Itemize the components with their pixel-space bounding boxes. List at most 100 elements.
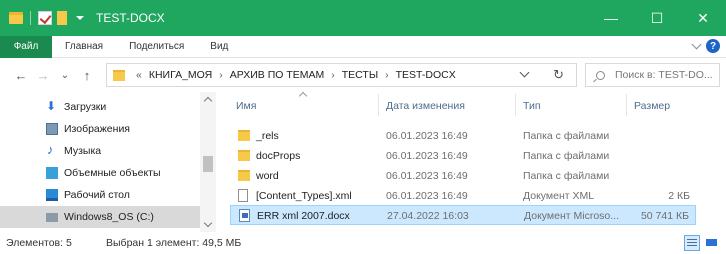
tab-home[interactable]: Главная xyxy=(52,41,116,52)
forward-button[interactable]: → xyxy=(32,68,54,83)
search-input[interactable]: Поиск в: TEST-DO... xyxy=(585,63,720,87)
breadcrumb-separator[interactable]: › xyxy=(219,69,223,81)
nav-item-label: Музыка xyxy=(64,145,102,157)
column-divider[interactable] xyxy=(626,94,627,116)
nav-item-label: Загрузки xyxy=(64,101,107,113)
folder-icon xyxy=(238,130,250,141)
navigation-bar: ← → ⌄ ↑ « КНИГА_МОЯ › АРХИВ ПО ТЕМАМ › Т… xyxy=(0,58,726,92)
file-list: Имя Дата изменения Тип Размер _rels 06.0… xyxy=(230,91,726,232)
scroll-down-icon[interactable] xyxy=(203,218,213,228)
file-name: [Content_Types].xml xyxy=(256,190,352,202)
window-controls: — ☐ ✕ xyxy=(588,0,726,36)
file-date: 27.04.2022 16:03 xyxy=(387,210,469,222)
nav-item-pictures[interactable]: Изображения xyxy=(0,118,200,140)
column-divider[interactable] xyxy=(378,94,379,116)
minimize-button[interactable]: — xyxy=(588,0,634,36)
file-type: Папка с файлами xyxy=(523,130,610,142)
column-header-date[interactable]: Дата изменения xyxy=(386,100,465,112)
chevron-down-icon[interactable] xyxy=(519,67,530,78)
file-name: _rels xyxy=(256,130,279,142)
desktop-icon xyxy=(46,189,58,201)
refresh-button[interactable]: ↻ xyxy=(553,67,564,83)
ribbon-controls: ? xyxy=(691,39,720,53)
search-placeholder: Поиск в: TEST-DO... xyxy=(615,69,713,81)
status-bar: Элементов: 5 Выбран 1 элемент: 49,5 МБ xyxy=(0,232,726,254)
breadcrumb-item[interactable]: КНИГА_МОЯ xyxy=(149,69,212,81)
back-button[interactable]: ← xyxy=(10,68,32,83)
docx-file-icon xyxy=(239,209,250,222)
column-header-name[interactable]: Имя xyxy=(236,100,256,112)
folder-icon xyxy=(113,69,125,81)
close-button[interactable]: ✕ xyxy=(680,0,726,36)
details-view-icon[interactable] xyxy=(684,235,700,251)
window-title: TEST-DOCX xyxy=(96,11,165,25)
properties-icon[interactable] xyxy=(38,11,52,25)
nav-scrollbar[interactable] xyxy=(200,92,216,232)
selection-info: Выбран 1 элемент: 49,5 МБ xyxy=(106,237,242,249)
customize-toolbar-icon[interactable] xyxy=(76,16,84,20)
breadcrumb-item[interactable]: АРХИВ ПО ТЕМАМ xyxy=(230,69,325,81)
nav-item-downloads[interactable]: Загрузки xyxy=(0,96,200,118)
file-date: 06.01.2023 16:49 xyxy=(386,170,468,182)
file-name: docProps xyxy=(256,150,301,162)
column-headers: Имя Дата изменения Тип Размер xyxy=(230,91,720,118)
file-type: Документ XML xyxy=(523,190,595,202)
help-icon[interactable]: ? xyxy=(706,39,720,53)
file-type: Документ Microso... xyxy=(524,210,620,222)
nav-item-label: Объемные объекты xyxy=(64,167,161,179)
file-row[interactable]: _rels 06.01.2023 16:49 Папка с файлами xyxy=(230,126,696,146)
file-row[interactable]: docProps 06.01.2023 16:49 Папка с файлам… xyxy=(230,146,696,166)
file-row[interactable]: word 06.01.2023 16:49 Папка с файлами xyxy=(230,166,696,186)
file-size: 50 741 КБ xyxy=(640,210,689,222)
drive-icon xyxy=(46,213,58,222)
breadcrumb-separator[interactable]: › xyxy=(331,69,335,81)
file-name: word xyxy=(256,170,279,182)
folder-icon xyxy=(238,170,250,181)
3d-objects-icon xyxy=(46,167,58,179)
file-name: ERR xml 2007.docx xyxy=(257,210,350,222)
new-folder-icon[interactable] xyxy=(57,11,67,25)
breadcrumb-separator[interactable]: › xyxy=(385,69,389,81)
column-header-size[interactable]: Размер xyxy=(634,100,670,112)
address-bar[interactable]: « КНИГА_МОЯ › АРХИВ ПО ТЕМАМ › ТЕСТЫ › T… xyxy=(106,63,577,87)
large-icons-view-icon[interactable] xyxy=(704,235,720,251)
scroll-up-icon[interactable] xyxy=(203,96,213,106)
file-row[interactable]: [Content_Types].xml 06.01.2023 16:49 Док… xyxy=(230,186,696,206)
expand-ribbon-icon[interactable] xyxy=(691,39,702,49)
recent-locations-button[interactable]: ⌄ xyxy=(54,70,76,81)
folder-icon xyxy=(238,150,250,161)
divider xyxy=(30,11,31,25)
breadcrumb-item[interactable]: TEST-DOCX xyxy=(396,69,456,81)
nav-item-drive-c[interactable]: Windows8_OS (C:) xyxy=(0,206,200,228)
file-row-selected[interactable]: ERR xml 2007.docx 27.04.2022 16:03 Докум… xyxy=(230,205,696,225)
file-type: Папка с файлами xyxy=(523,150,610,162)
breadcrumb-overflow[interactable]: « xyxy=(136,69,142,81)
nav-item-desktop[interactable]: Рабочий стол xyxy=(0,184,200,206)
navigation-pane: Загрузки Изображения Музыка Объемные объ… xyxy=(0,92,218,232)
nav-item-3d-objects[interactable]: Объемные объекты xyxy=(0,162,200,184)
ribbon-tabs: Файл Главная Поделиться Вид ? xyxy=(0,35,726,58)
xml-file-icon xyxy=(238,189,248,202)
tab-file[interactable]: Файл xyxy=(0,35,52,58)
music-icon xyxy=(46,142,58,157)
file-date: 06.01.2023 16:49 xyxy=(386,150,468,162)
column-header-type[interactable]: Тип xyxy=(523,100,541,112)
breadcrumb-item[interactable]: ТЕСТЫ xyxy=(342,69,378,81)
tab-share[interactable]: Поделиться xyxy=(116,41,197,52)
tab-view[interactable]: Вид xyxy=(197,41,241,52)
title-bar: TEST-DOCX — ☐ ✕ xyxy=(0,0,726,36)
downloads-icon xyxy=(46,99,58,113)
file-date: 06.01.2023 16:49 xyxy=(386,190,468,202)
nav-item-label: Рабочий стол xyxy=(64,189,130,201)
maximize-button[interactable]: ☐ xyxy=(634,0,680,36)
item-count: Элементов: 5 xyxy=(6,237,72,249)
quick-access-toolbar xyxy=(9,11,84,25)
up-button[interactable]: ↑ xyxy=(76,68,98,83)
scroll-thumb[interactable] xyxy=(203,156,213,172)
nav-item-label: Windows8_OS (C:) xyxy=(64,211,154,223)
nav-item-label: Изображения xyxy=(64,123,130,135)
search-icon xyxy=(596,70,605,80)
column-divider[interactable] xyxy=(515,94,516,116)
file-type: Папка с файлами xyxy=(523,170,610,182)
nav-item-music[interactable]: Музыка xyxy=(0,140,200,162)
